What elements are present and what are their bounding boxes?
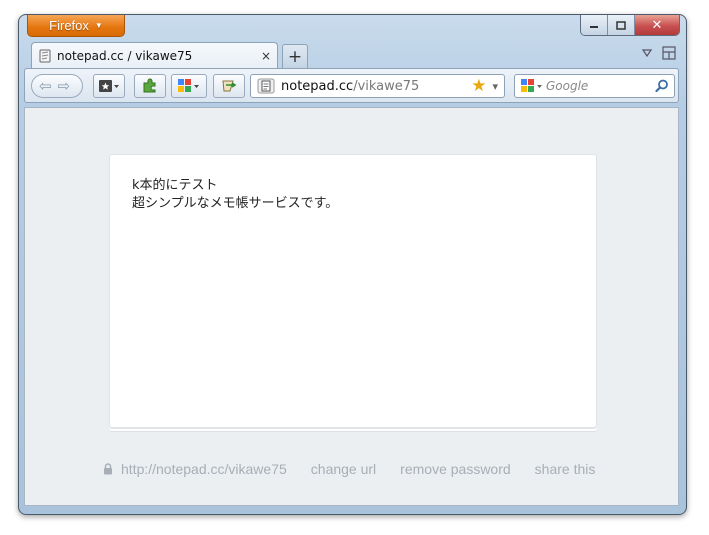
bookmarks-menu-icon <box>99 80 119 92</box>
puzzle-piece-icon <box>143 78 156 93</box>
note-line: k本的にテスト <box>132 178 218 193</box>
back-forward-group: ⇦ ⇨ <box>31 74 83 98</box>
firefox-menu-button[interactable]: Firefox ▼ <box>27 15 125 37</box>
tab-notepad[interactable]: notepad.cc / vikawe75 × <box>31 42 278 68</box>
site-identity-icon[interactable] <box>257 78 275 94</box>
change-url-link[interactable]: change url <box>311 461 376 477</box>
tab-list-controls <box>642 46 676 60</box>
sync-button[interactable] <box>213 74 245 98</box>
search-input[interactable] <box>544 78 648 94</box>
page-content: k本的にテスト 超シンプルなメモ帳サービスです。 http://notepad.… <box>24 107 679 506</box>
lock-icon <box>104 463 112 475</box>
search-icon[interactable] <box>655 79 669 93</box>
minimize-icon <box>590 26 598 28</box>
notepad-favicon-icon <box>39 49 51 62</box>
tab-title: notepad.cc / vikawe75 <box>57 48 193 63</box>
note-line: 超シンプルなメモ帳サービスです。 <box>132 196 339 211</box>
list-all-tabs-icon[interactable] <box>642 49 652 57</box>
bookmarks-button[interactable] <box>93 74 125 98</box>
navigation-toolbar: ⇦ ⇨ notepad.cc /vikawe75 ★ ▾ Google <box>24 68 679 103</box>
addons-button[interactable] <box>134 74 166 98</box>
page-footer: http://notepad.cc/vikawe75 change url re… <box>103 461 595 477</box>
maximize-button[interactable] <box>607 15 634 35</box>
remove-password-link[interactable]: remove password <box>400 461 511 477</box>
tab-close-icon[interactable]: × <box>261 49 271 63</box>
close-icon: ✕ <box>651 17 663 33</box>
new-tab-button[interactable]: + <box>282 44 308 68</box>
url-host: notepad.cc <box>281 78 354 94</box>
window-controls: ✕ <box>580 15 680 36</box>
note-url-link[interactable]: http://notepad.cc/vikawe75 <box>121 461 287 477</box>
tab-groups-icon[interactable] <box>662 46 676 60</box>
url-bar[interactable]: notepad.cc/vikawe75 ★ ▾ <box>250 74 505 98</box>
google-toolbar-button[interactable] <box>171 74 207 98</box>
bookmark-star-icon[interactable]: ★ <box>471 76 486 96</box>
minimize-button[interactable] <box>581 15 607 35</box>
chevron-down-icon: ▼ <box>94 21 103 30</box>
browser-window: Firefox ▼ ✕ notepad.cc / vikawe75 × + ⇦ … <box>18 14 687 515</box>
url-path: /vikawe75 <box>353 78 420 94</box>
url-history-dropdown-icon[interactable]: ▾ <box>492 80 498 93</box>
search-engine-google-icon[interactable] <box>520 78 544 94</box>
maximize-icon <box>616 20 626 30</box>
google-logo-icon <box>178 79 199 92</box>
search-bar <box>514 74 675 98</box>
back-arrow-icon[interactable]: ⇦ <box>39 77 52 95</box>
note-editor[interactable]: k本的にテスト 超シンプルなメモ帳サービスです。 <box>109 154 597 428</box>
firefox-menu-label: Firefox <box>49 18 89 33</box>
sync-icon <box>222 80 237 92</box>
share-this-link[interactable]: share this <box>535 461 596 477</box>
plus-icon: + <box>287 46 303 67</box>
footer-url-group: http://notepad.cc/vikawe75 <box>103 461 287 477</box>
close-window-button[interactable]: ✕ <box>634 15 679 35</box>
forward-arrow-icon[interactable]: ⇨ <box>58 77 71 95</box>
